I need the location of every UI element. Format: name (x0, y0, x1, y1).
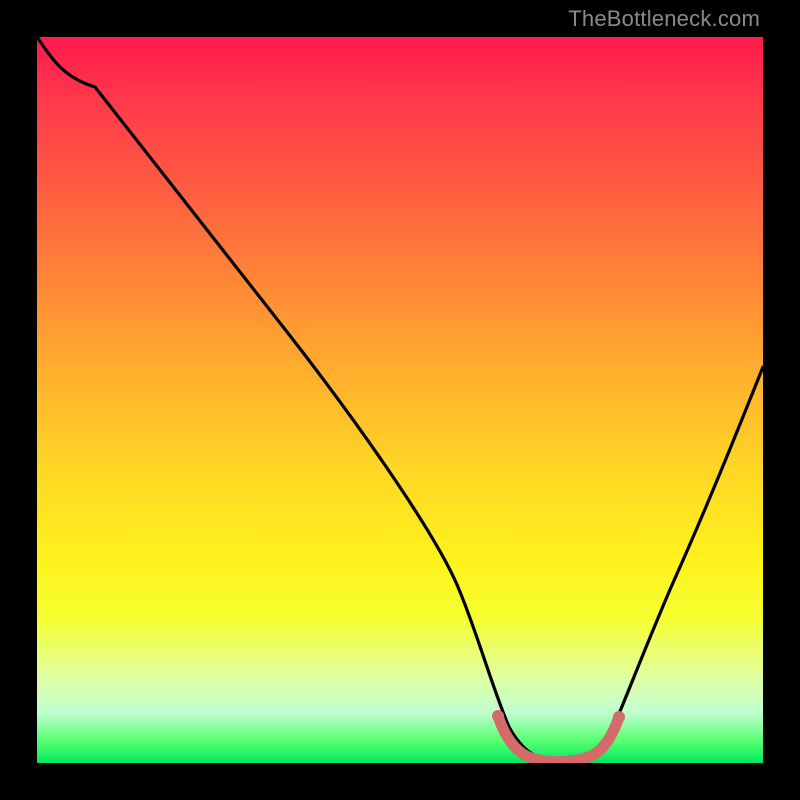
plot-area (37, 37, 763, 763)
marker-end-dot (613, 711, 625, 723)
bottleneck-curve (37, 37, 763, 761)
chart-frame: TheBottleneck.com (0, 0, 800, 800)
curve-layer (37, 37, 763, 763)
watermark-text: TheBottleneck.com (568, 6, 760, 32)
marker-start-dot (492, 710, 504, 722)
